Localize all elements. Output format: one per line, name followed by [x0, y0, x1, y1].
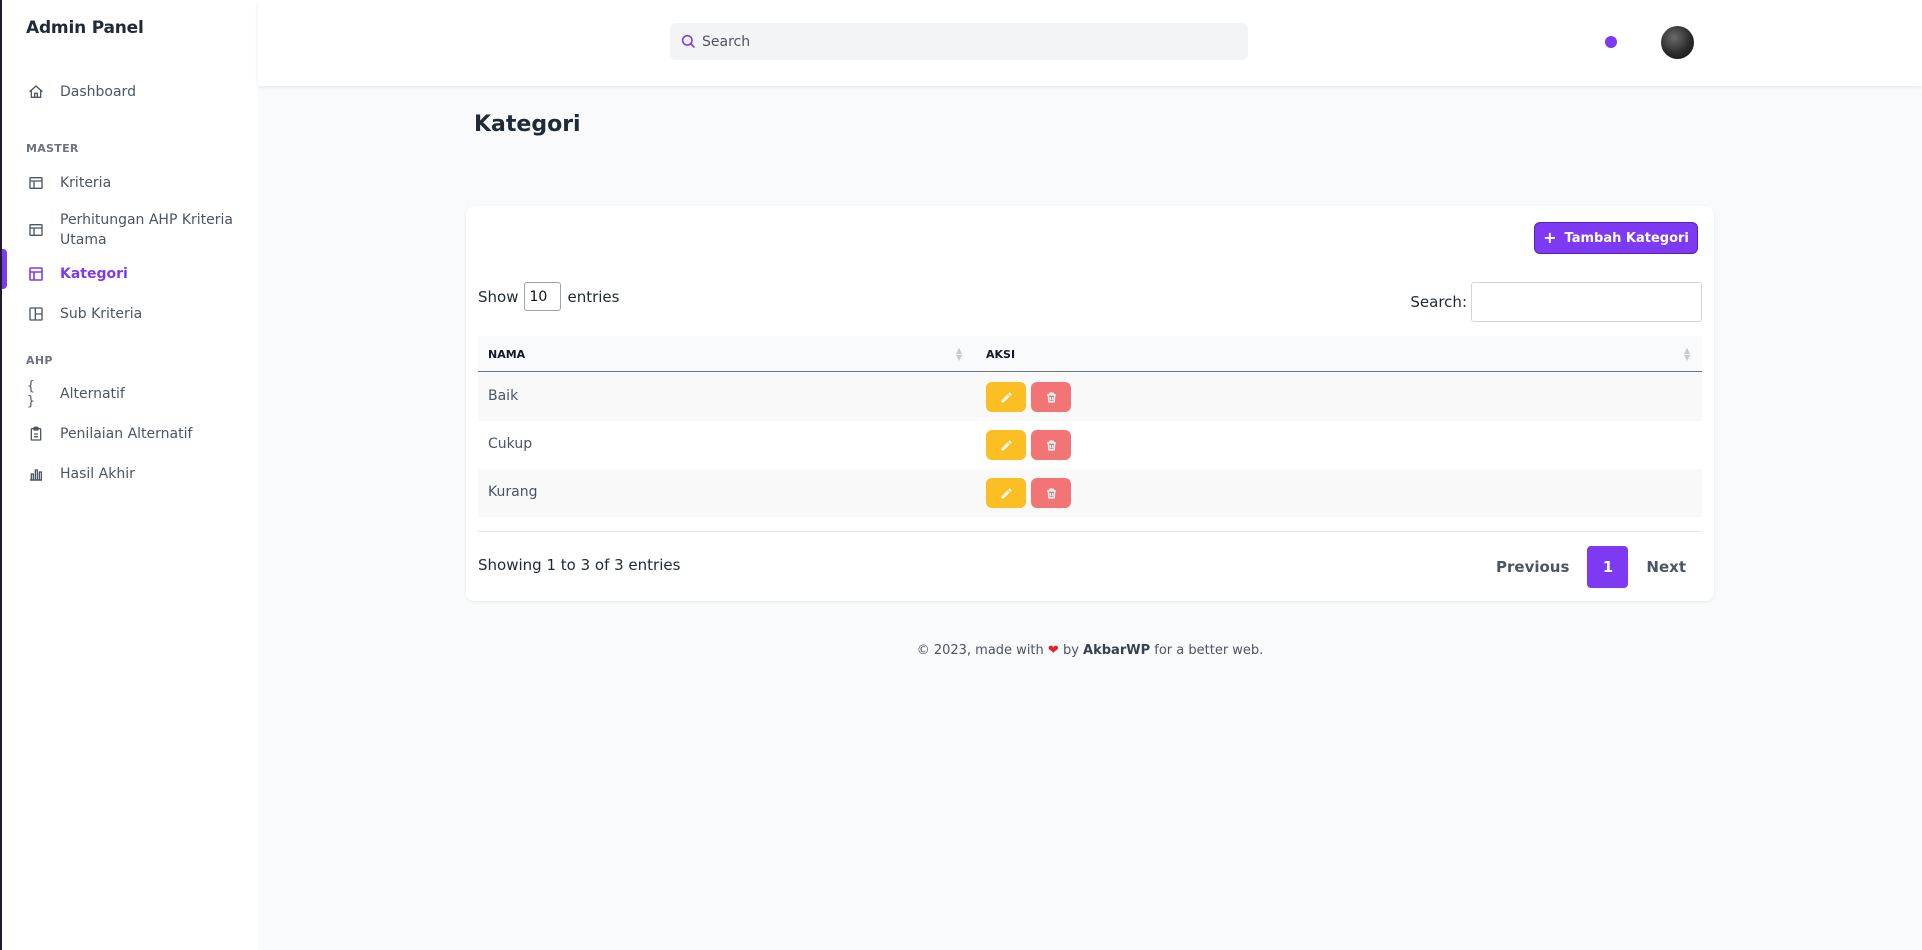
table-row: Kurang — [478, 469, 1702, 517]
sidebar-item-label: Alternatif — [60, 386, 125, 402]
current-page-button[interactable]: 1 — [1587, 546, 1629, 588]
section-ahp: AHP — [26, 354, 53, 367]
trash-icon — [1046, 392, 1056, 402]
sort-icon[interactable]: ▲ ▼ — [1684, 347, 1690, 362]
avatar[interactable] — [1661, 26, 1694, 59]
page-size-select[interactable]: 10 — [524, 282, 562, 311]
edit-button[interactable] — [986, 382, 1026, 412]
column-header-nama[interactable]: NAMA — [488, 336, 525, 372]
previous-page-button[interactable]: Previous — [1486, 546, 1579, 588]
search-input[interactable] — [702, 23, 1232, 60]
sidebar-item-perhitungan-ahp[interactable]: Perhitungan AHP Kriteria Utama — [2, 210, 258, 250]
sidebar-item-sub-kriteria[interactable]: Sub Kriteria — [2, 304, 258, 324]
section-master: MASTER — [26, 142, 79, 155]
search-icon — [680, 33, 696, 53]
entries-label: entries — [567, 287, 620, 306]
sidebar-item-penilaian-alternatif[interactable]: Penilaian Alternatif — [2, 424, 258, 444]
layout-icon — [27, 265, 45, 283]
footer-author-link[interactable]: AkbarWP — [1083, 643, 1150, 658]
add-kategori-button[interactable]: + Tambah Kategori — [1534, 222, 1698, 254]
table-divider — [478, 531, 1702, 532]
edit-button[interactable] — [986, 430, 1026, 460]
pencil-icon — [1001, 392, 1011, 402]
delete-button[interactable] — [1031, 430, 1071, 460]
table-icon — [27, 221, 45, 239]
table-search-input[interactable] — [1471, 282, 1702, 322]
sidebar-item-label: Dashboard — [60, 84, 136, 100]
sidebar: Admin Panel Dashboard MASTER Kriteria Pe… — [2, 0, 258, 950]
code-braces-icon: { } — [27, 379, 35, 409]
plus-icon: + — [1543, 228, 1557, 247]
footer: © 2023, made with ❤ by AkbarWP for a bet… — [466, 643, 1714, 658]
table-icon — [27, 174, 45, 192]
sort-icon[interactable]: ▲ ▼ — [956, 347, 962, 362]
table-header: NAMA ▲ ▼ AKSI ▲ ▼ — [478, 336, 1702, 372]
add-kategori-label: Tambah Kategori — [1564, 230, 1689, 246]
heart-icon: ❤ — [1047, 643, 1059, 658]
row-actions — [986, 478, 1071, 508]
page-size-control: Show 10 entries — [478, 282, 619, 311]
pencil-icon — [1001, 488, 1011, 498]
global-search — [670, 23, 1248, 60]
show-label: Show — [478, 287, 519, 306]
next-page-button[interactable]: Next — [1636, 546, 1696, 588]
table-row: Baik — [478, 373, 1702, 421]
table-search: Search: — [1410, 282, 1702, 322]
sidebar-item-label: Sub Kriteria — [60, 306, 143, 322]
delete-button[interactable] — [1031, 478, 1071, 508]
top-header — [258, 0, 1922, 86]
sidebar-item-label: Penilaian Alternatif — [60, 426, 193, 442]
pagination: Previous 1 Next — [1486, 546, 1696, 588]
bar-chart-icon — [27, 465, 45, 483]
sidebar-item-kategori[interactable]: Kategori — [2, 264, 258, 284]
footer-suffix: for a better web. — [1154, 643, 1264, 658]
footer-prefix: © 2023, made with — [916, 643, 1044, 658]
column-header-aksi[interactable]: AKSI — [986, 336, 1015, 372]
cell-nama: Cukup — [488, 436, 533, 452]
notification-dot[interactable] — [1605, 36, 1617, 48]
sidebar-item-label-line2: Utama — [60, 232, 107, 248]
sidebar-item-dashboard[interactable]: Dashboard — [2, 82, 258, 102]
kategori-card: + Tambah Kategori Show 10 entries Search… — [466, 206, 1714, 601]
table-row: Cukup — [478, 421, 1702, 469]
sidebar-item-label: Kategori — [60, 266, 128, 282]
sidebar-item-label-line1: Perhitungan AHP Kriteria — [60, 212, 234, 228]
clipboard-icon — [27, 425, 45, 443]
pencil-icon — [1001, 440, 1011, 450]
sidebar-item-alternatif[interactable]: { } Alternatif — [2, 379, 258, 409]
trash-icon — [1046, 488, 1056, 498]
sidebar-item-label: Kriteria — [60, 175, 112, 191]
brand-title[interactable]: Admin Panel — [26, 18, 144, 38]
edit-button[interactable] — [986, 478, 1026, 508]
cell-nama: Kurang — [488, 484, 538, 500]
trash-icon — [1046, 440, 1056, 450]
sidebar-item-hasil-akhir[interactable]: Hasil Akhir — [2, 464, 258, 484]
page-title: Kategori — [474, 112, 581, 137]
sidebar-item-kriteria[interactable]: Kriteria — [2, 173, 258, 193]
row-actions — [986, 382, 1071, 412]
sidebar-item-label: Perhitungan AHP Kriteria Utama — [60, 210, 233, 250]
table-info: Showing 1 to 3 of 3 entries — [478, 556, 681, 574]
delete-button[interactable] — [1031, 382, 1071, 412]
sidebar-item-label: Hasil Akhir — [60, 466, 135, 482]
layout-grid-icon — [27, 305, 45, 323]
home-icon — [27, 83, 45, 101]
footer-by: by — [1062, 643, 1079, 658]
cell-nama: Baik — [488, 388, 519, 404]
row-actions — [986, 430, 1071, 460]
table-search-label: Search: — [1410, 293, 1467, 311]
